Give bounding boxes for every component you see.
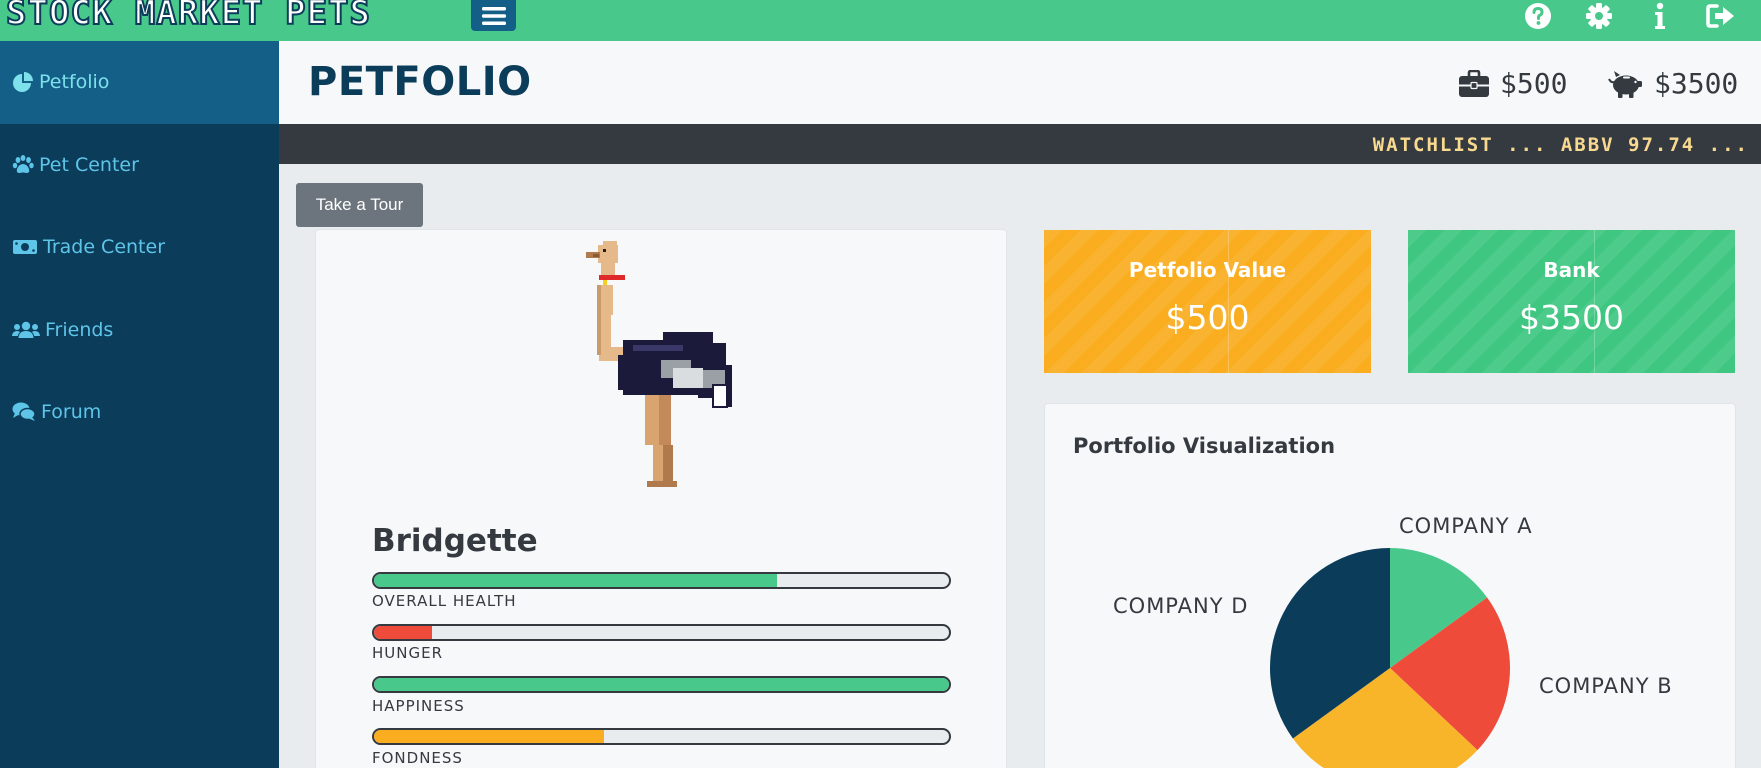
sidebar-item-label: Trade Center: [43, 236, 166, 259]
comments-icon: [12, 402, 36, 422]
piggy-bank-icon: [1608, 70, 1642, 98]
pet-card: Bridgette OVERALL HEALTH HUNGER HAPPINES…: [315, 229, 1007, 768]
top-bar: STOCK MARKET PETS: [0, 0, 1761, 41]
sidebar-item-label: Petfolio: [39, 71, 110, 94]
briefcase-icon: [1459, 69, 1489, 97]
paw-icon: [12, 154, 34, 173]
portfolio-balance: $500: [1458, 67, 1567, 100]
bank-label: Bank: [1543, 258, 1600, 282]
watchlist-ticker: WATCHLIST ... ABBV 97.74 ...: [279, 124, 1761, 164]
sidebar-item-label: Forum: [41, 401, 102, 424]
fondness-label: FONDNESS: [372, 749, 463, 767]
page-header: PETFOLIO $500 $3500: [279, 41, 1761, 124]
hunger-bar: [372, 624, 951, 641]
health-bar-fill: [374, 574, 777, 587]
settings-button[interactable]: [1568, 0, 1629, 31]
ticker-text: WATCHLIST ... ABBV 97.74 ...: [1372, 134, 1749, 156]
bank-card-amount: $3500: [1519, 298, 1624, 337]
question-circle-icon: [1524, 2, 1551, 29]
portfolio-pie-chart: [1270, 548, 1510, 768]
petfolio-value-amount: $500: [1165, 298, 1250, 337]
pie-label-company-a: COMPANY A: [1399, 514, 1533, 538]
portfolio-visualization-card: Portfolio Visualization COMPANY A COMPAN…: [1044, 403, 1736, 768]
info-icon: [1654, 2, 1665, 29]
bank-card: Bank $3500: [1408, 230, 1735, 373]
sidebar-item-forum[interactable]: Forum: [0, 371, 279, 454]
bank-balance: $3500: [1608, 67, 1738, 100]
fondness-bar: [372, 728, 951, 745]
logout-button[interactable]: [1690, 0, 1751, 31]
hamburger-icon: [481, 6, 506, 25]
hunger-bar-fill: [374, 626, 432, 639]
pie-chart-icon: [13, 72, 33, 93]
ostrich-pet-image: [586, 241, 732, 487]
money-bill-icon: [13, 240, 37, 255]
sidebar-item-trade-center[interactable]: Trade Center: [0, 206, 279, 289]
health-bar: [372, 572, 951, 589]
users-icon: [12, 321, 40, 338]
petfolio-value-label: Petfolio Value: [1128, 258, 1287, 282]
sidebar-item-friends[interactable]: Friends: [0, 289, 279, 372]
petfolio-value-card: Petfolio Value $500: [1044, 230, 1371, 373]
page-title: PETFOLIO: [308, 59, 532, 105]
brand-logo[interactable]: STOCK MARKET PETS: [5, 0, 371, 31]
portfolio-amount: $500: [1500, 67, 1568, 100]
sidebar-item-petfolio[interactable]: Petfolio: [0, 41, 279, 124]
happiness-bar: [372, 676, 951, 693]
bank-amount: $3500: [1654, 67, 1739, 100]
info-button[interactable]: [1629, 0, 1690, 31]
happiness-label: HAPPINESS: [372, 697, 465, 715]
sidebar-item-label: Pet Center: [39, 153, 139, 176]
help-button[interactable]: [1507, 0, 1568, 31]
pie-label-company-d: COMPANY D: [1113, 594, 1249, 618]
pet-name: Bridgette: [372, 523, 538, 559]
menu-toggle-button[interactable]: [471, 0, 516, 31]
fondness-bar-fill: [374, 730, 604, 743]
sidebar-item-label: Friends: [45, 318, 114, 341]
hunger-label: HUNGER: [372, 644, 444, 662]
gear-icon: [1585, 2, 1612, 29]
happiness-bar-fill: [374, 678, 949, 691]
sidebar: Petfolio Pet Center Trade Center Friends…: [0, 41, 279, 768]
health-label: OVERALL HEALTH: [372, 592, 517, 610]
sidebar-item-pet-center[interactable]: Pet Center: [0, 124, 279, 207]
take-tour-button[interactable]: Take a Tour: [296, 183, 423, 227]
top-icon-bar: [1507, 0, 1751, 31]
sign-out-icon: [1705, 3, 1734, 28]
pie-label-company-b: COMPANY B: [1539, 674, 1673, 698]
